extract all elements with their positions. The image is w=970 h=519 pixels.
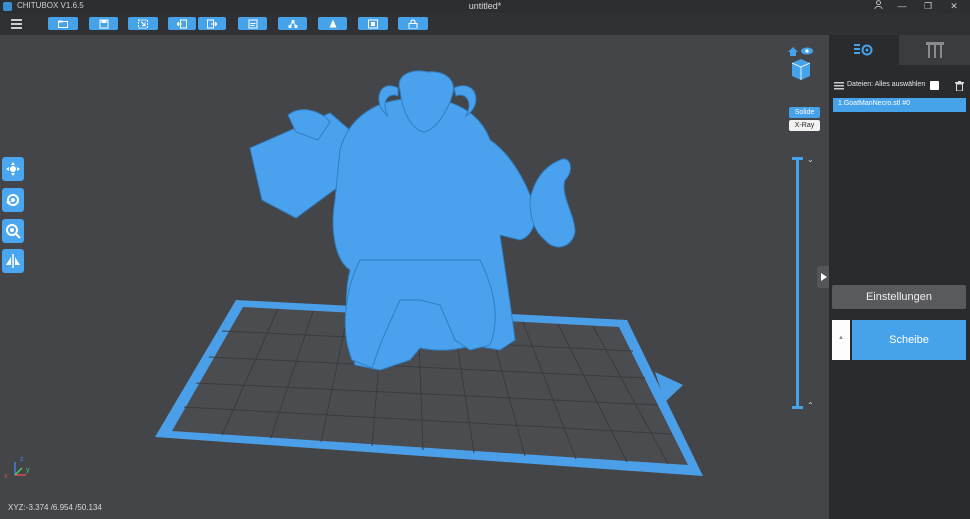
mirror-tool-button[interactable] (2, 249, 24, 273)
panel-collapse-button[interactable] (817, 266, 829, 288)
support-icon[interactable] (318, 17, 347, 30)
save-icon[interactable] (89, 17, 118, 30)
move-tool-button[interactable] (2, 157, 24, 181)
mirror-icon (6, 254, 20, 268)
chevron-down-icon[interactable]: ⌄ (807, 155, 814, 164)
rotate-icon (6, 194, 19, 206)
user-icon[interactable] (866, 0, 890, 13)
build-scene: x y z (4, 70, 703, 480)
xray-mode-button[interactable]: X-Ray (789, 120, 820, 131)
triangle-up-icon: ▲ (838, 335, 844, 341)
slice-button[interactable]: Scheibe (852, 320, 966, 360)
scale-icon (6, 224, 21, 239)
solid-mode-button[interactable]: Solide (789, 107, 820, 118)
file-name: 1.GoatManNecro.stl #0 (838, 100, 910, 107)
network-icon[interactable] (278, 17, 307, 30)
model-flame (529, 158, 576, 248)
scale-tool-button[interactable] (2, 219, 24, 243)
title-bar: CHITUBOX V1.6.5 untitled* — ❐ ✕ (0, 0, 970, 13)
settings-file-icon[interactable] (238, 17, 267, 30)
hamburger-menu-icon[interactable] (9, 16, 25, 32)
axis-x-label: x (4, 473, 8, 480)
chevron-up-icon[interactable]: ⌃ (807, 401, 814, 410)
view-cube-icon[interactable] (786, 44, 816, 80)
layer-slider-track[interactable] (796, 160, 799, 407)
close-button[interactable]: ✕ (942, 0, 966, 13)
model-settings-icon (854, 44, 873, 56)
chevron-right-icon (821, 273, 827, 281)
render-mode-toggle: Solide X-Ray (789, 107, 820, 131)
user-icon-glyph (873, 0, 883, 10)
coordinate-readout: XYZ:-3.374 /6.954 /50.134 (8, 503, 102, 512)
rotate-tool-button[interactable] (2, 188, 24, 212)
right-panel: Dateien: Alles auswählen 1.GoatManNecro.… (817, 35, 970, 519)
open-file-icon[interactable] (48, 17, 78, 30)
layer-slider-top-handle[interactable] (792, 157, 803, 160)
axis-y-label: y (26, 467, 30, 474)
select-all-checkbox[interactable] (930, 81, 939, 90)
files-label: Dateien: Alles auswählen (847, 81, 926, 88)
import-icon[interactable] (128, 17, 158, 30)
slice-options-button[interactable]: ▲ (832, 320, 850, 360)
files-bar: Dateien: Alles auswählen (829, 80, 970, 94)
layer-slider-bottom-handle[interactable] (792, 406, 803, 409)
minimize-button[interactable]: — (890, 0, 914, 13)
trash-icon[interactable] (955, 81, 964, 91)
redo-icon[interactable] (198, 17, 226, 30)
document-title: untitled* (468, 1, 502, 11)
toolbar (0, 13, 970, 35)
undo-icon[interactable] (168, 17, 196, 30)
tab-supports[interactable] (899, 35, 970, 65)
hollow-icon[interactable] (358, 17, 388, 30)
settings-button[interactable]: Einstellungen (832, 285, 966, 309)
supports-icon (926, 42, 944, 58)
lock-icon[interactable] (398, 17, 428, 30)
file-list-item[interactable]: 1.GoatManNecro.stl #0 (833, 98, 966, 112)
restore-button[interactable]: ❐ (916, 0, 940, 13)
files-list-icon (834, 82, 844, 90)
axis-z-label: z (20, 456, 24, 463)
axis-triad: x y z (4, 456, 30, 480)
tab-model-settings[interactable] (829, 35, 899, 65)
move-icon (6, 162, 20, 176)
3d-viewport[interactable]: x y z Solide X-Ray ⌄ ⌃ XYZ:-3.374 /6.954… (0, 35, 829, 519)
